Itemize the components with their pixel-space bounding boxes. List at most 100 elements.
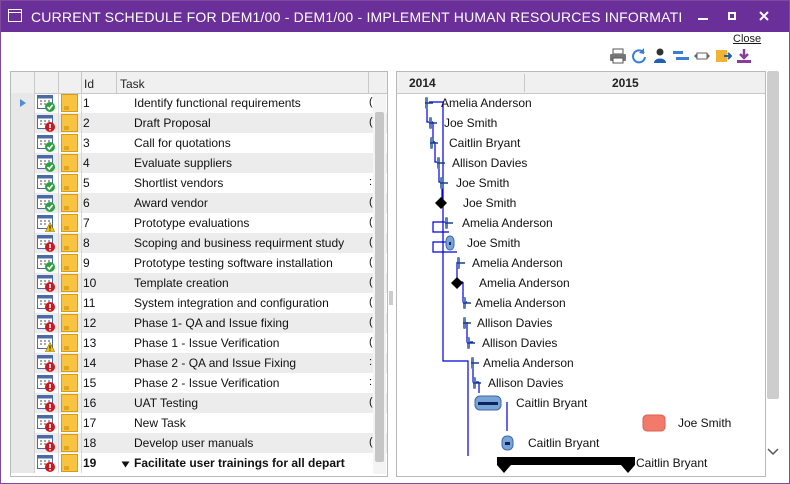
table-row[interactable]: 12 Phase 1- QA and Issue fixing(	[11, 313, 387, 333]
table-row[interactable]: 18 Develop user manuals(	[11, 433, 387, 453]
table-row[interactable]: 13 Phase 1 - Issue Verification(	[11, 333, 387, 353]
task-indicator[interactable]	[34, 453, 59, 473]
row-selector[interactable]	[11, 273, 35, 293]
milestone-diamond[interactable]	[435, 197, 447, 209]
table-row[interactable]: 6 Award vendor(	[11, 193, 387, 213]
header-task-column[interactable]: Task	[116, 72, 369, 93]
task-indicator[interactable]	[34, 173, 59, 193]
scroll-down-icon[interactable]	[767, 447, 779, 457]
late-task-bar[interactable]	[642, 414, 666, 432]
task-indicator[interactable]	[34, 193, 59, 213]
notes-cell[interactable]	[58, 413, 82, 433]
notes-cell[interactable]	[58, 353, 82, 373]
table-row[interactable]: 3 Call for quotations	[11, 133, 387, 153]
window-scrollbar[interactable]	[765, 71, 781, 471]
window-scroll-thumb[interactable]	[767, 71, 779, 399]
task-indicator[interactable]	[34, 133, 59, 153]
notes-cell[interactable]	[58, 173, 82, 193]
collapse-arrow-icon[interactable]	[121, 461, 130, 468]
close-link[interactable]: Close	[733, 33, 761, 45]
task-indicator[interactable]	[34, 293, 59, 313]
task-indicator[interactable]	[34, 393, 59, 413]
task-indicator[interactable]	[34, 233, 59, 253]
row-selector[interactable]	[11, 153, 35, 173]
notes-cell[interactable]	[58, 213, 82, 233]
table-row[interactable]: 7 Prototype evaluations(	[11, 213, 387, 233]
task-indicator[interactable]	[34, 333, 59, 353]
notes-cell[interactable]	[58, 233, 82, 253]
table-row[interactable]: 17 New Task	[11, 413, 387, 433]
row-selector[interactable]	[11, 433, 35, 453]
task-indicator[interactable]	[34, 153, 59, 173]
table-row[interactable]: 2 Draft Proposal(	[11, 113, 387, 133]
row-selector[interactable]	[11, 453, 35, 473]
summary-bar[interactable]	[497, 457, 635, 465]
download-button[interactable]	[735, 47, 753, 65]
row-selector[interactable]	[11, 293, 35, 313]
task-indicator[interactable]	[34, 313, 59, 333]
row-selector[interactable]	[11, 333, 35, 353]
header-id-column[interactable]: Id	[81, 72, 117, 93]
notes-cell[interactable]	[58, 373, 82, 393]
task-indicator[interactable]	[34, 353, 59, 373]
fit-timeline-button[interactable]	[693, 47, 711, 65]
resource-button[interactable]	[651, 47, 669, 65]
row-selector[interactable]	[11, 133, 35, 153]
notes-cell[interactable]	[58, 253, 82, 273]
table-row[interactable]: 19 Facilitate user trainings for all depa…	[11, 453, 387, 473]
notes-cell[interactable]	[58, 313, 82, 333]
table-row[interactable]: 16 UAT Testing(	[11, 393, 387, 413]
row-selector[interactable]	[11, 393, 35, 413]
notes-cell[interactable]	[58, 193, 82, 213]
close-window-button[interactable]	[753, 7, 775, 27]
task-indicator[interactable]	[34, 433, 59, 453]
task-indicator[interactable]	[34, 93, 59, 113]
table-row[interactable]: 8 Scoping and business requirment study(	[11, 233, 387, 253]
row-selector[interactable]	[11, 93, 35, 113]
table-row[interactable]: 9 Prototype testing software installation…	[11, 253, 387, 273]
row-selector[interactable]	[11, 373, 35, 393]
row-selector[interactable]	[11, 213, 35, 233]
row-selector[interactable]	[11, 413, 35, 433]
notes-cell[interactable]	[58, 293, 82, 313]
grid-scrollbar[interactable]	[373, 94, 386, 474]
notes-cell[interactable]	[58, 93, 82, 113]
export-button[interactable]	[714, 47, 733, 65]
minimize-button[interactable]	[692, 7, 714, 27]
task-indicator[interactable]	[34, 253, 59, 273]
refresh-button[interactable]	[630, 47, 648, 65]
row-selector[interactable]	[11, 253, 35, 273]
notes-cell[interactable]	[58, 273, 82, 293]
row-selector[interactable]	[11, 173, 35, 193]
table-row[interactable]: 10 Template creation(	[11, 273, 387, 293]
notes-cell[interactable]	[58, 393, 82, 413]
table-row[interactable]: 5 Shortlist vendors:	[11, 173, 387, 193]
taskbar-view-button[interactable]	[672, 47, 690, 65]
milestone-diamond[interactable]	[451, 277, 463, 289]
notes-cell[interactable]	[58, 453, 82, 473]
task-indicator[interactable]	[34, 373, 59, 393]
print-button[interactable]	[609, 47, 627, 65]
notes-cell[interactable]	[58, 153, 82, 173]
notes-cell[interactable]	[58, 133, 82, 153]
table-row[interactable]: 1 Identify functional requirements(	[11, 93, 387, 113]
notes-cell[interactable]	[58, 113, 82, 133]
grid-scroll-thumb[interactable]	[375, 112, 384, 462]
notes-cell[interactable]	[58, 433, 82, 453]
task-indicator[interactable]	[34, 413, 59, 433]
maximize-button[interactable]	[721, 7, 743, 27]
task-indicator[interactable]	[34, 273, 59, 293]
row-selector[interactable]	[11, 353, 35, 373]
notes-cell[interactable]	[58, 333, 82, 353]
table-row[interactable]: 4 Evaluate suppliers	[11, 153, 387, 173]
panel-splitter[interactable]	[389, 291, 393, 305]
row-selector[interactable]	[11, 313, 35, 333]
row-selector[interactable]	[11, 193, 35, 213]
table-row[interactable]: 15 Phase 2 - Issue Verification:	[11, 373, 387, 393]
task-indicator[interactable]	[34, 213, 59, 233]
task-indicator[interactable]	[34, 113, 59, 133]
row-selector[interactable]	[11, 233, 35, 253]
table-row[interactable]: 14 Phase 2 - QA and Issue Fixing:	[11, 353, 387, 373]
table-row[interactable]: 11 System integration and configuration(	[11, 293, 387, 313]
row-selector[interactable]	[11, 113, 35, 133]
